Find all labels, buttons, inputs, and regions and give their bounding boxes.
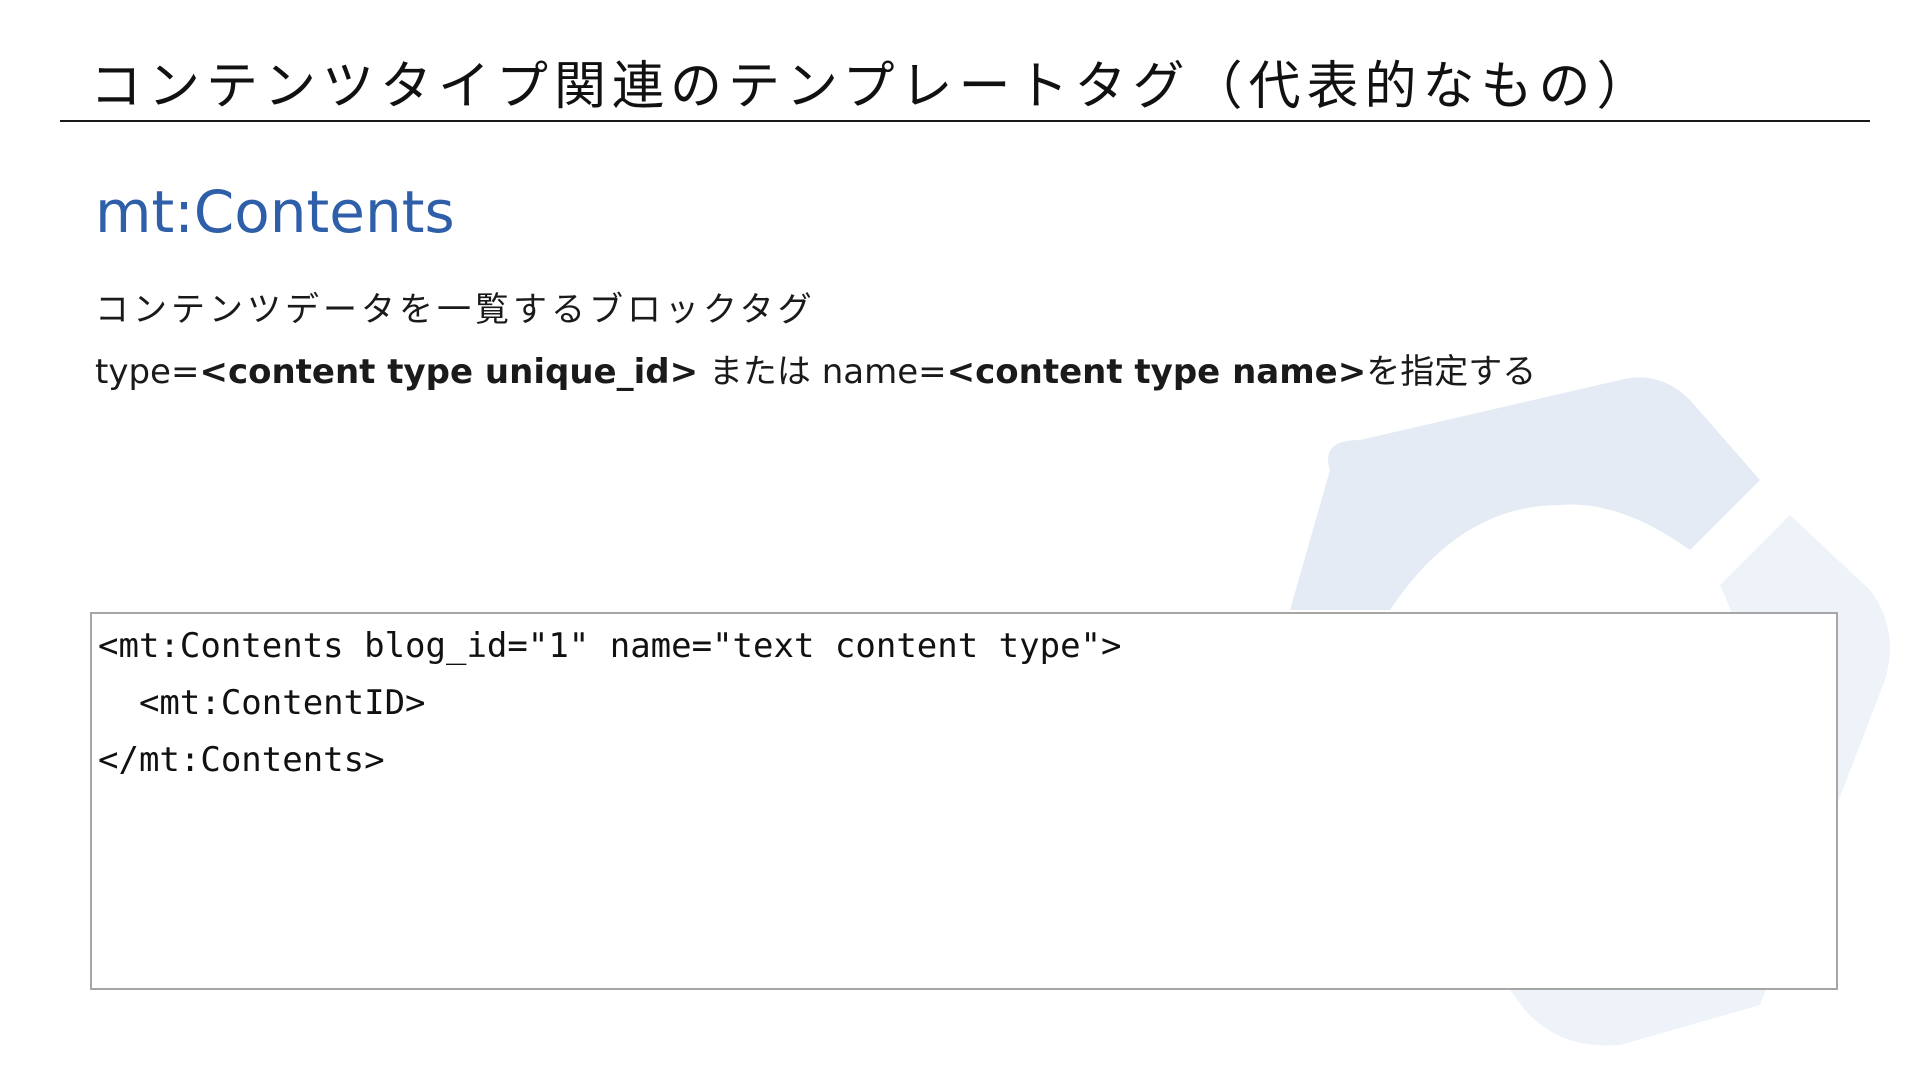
section-heading: mt:Contents [95, 178, 455, 246]
code-line: </mt:Contents> [98, 740, 385, 780]
description-line-1: コンテンツデータを一覧するブロックタグ [95, 290, 816, 330]
description-line-2: type=<content type unique_id> または name=<… [95, 344, 1536, 393]
desc-name-value: <content type name> [946, 352, 1367, 392]
slide-title: コンテンツタイプ関連のテンプレートタグ（代表的なもの） [90, 57, 1655, 117]
desc-type-value: <content type unique_id> [199, 352, 699, 392]
code-line: <mt:ContentID> [98, 683, 426, 723]
code-line: <mt:Contents blog_id="1" name="text cont… [98, 626, 1122, 666]
title-divider [60, 120, 1870, 122]
slide: コンテンツタイプ関連のテンプレートタグ（代表的なもの） mt:Contents … [0, 0, 1920, 1080]
desc-type-label: type= [95, 352, 200, 392]
desc-or-name-label: または name= [698, 352, 947, 392]
code-sample-box: <mt:Contents blog_id="1" name="text cont… [90, 612, 1838, 990]
desc-suffix: を指定する [1366, 352, 1537, 392]
